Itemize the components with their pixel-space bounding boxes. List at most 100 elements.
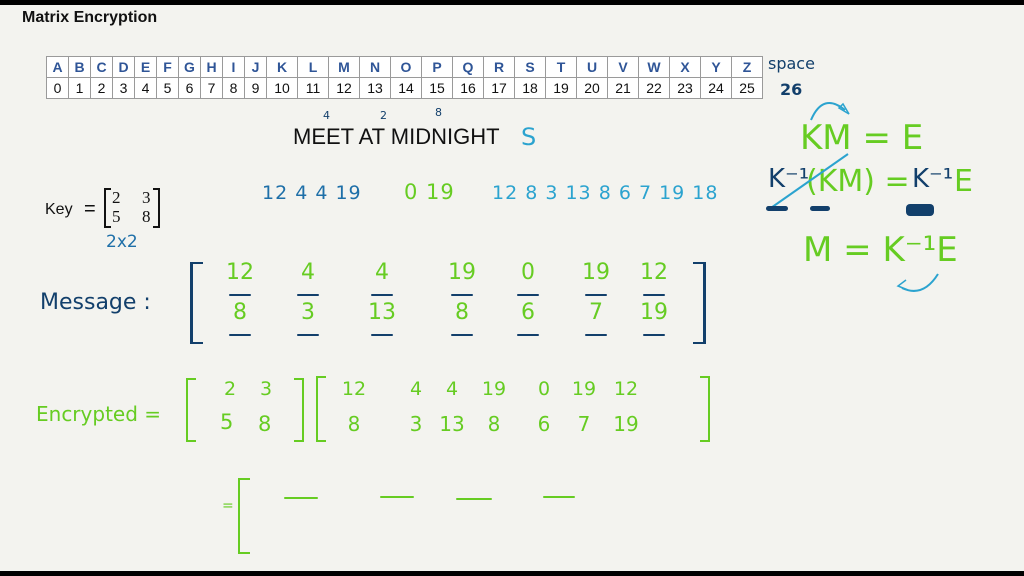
message-bottom-underline [585,334,607,336]
encrypted-top-cell: 0 [537,378,551,400]
equation-e-right: E [954,164,973,199]
letter-cell: F [156,56,179,78]
encrypted-bottom-cell: 3 [409,412,423,436]
message-bottom-underline [643,334,665,336]
key-left-bracket [104,188,111,228]
letter-cell: P [421,56,453,78]
key-label: Key [45,201,73,218]
key-a21: 5 [112,207,121,226]
enc-msg-right-bracket [700,376,710,442]
letter-cell: T [545,56,577,78]
number-cell: 18 [514,77,546,99]
number-cell: 12 [328,77,360,99]
letter-cell: S [514,56,546,78]
message-bottom-cell: 6 [521,300,535,325]
letter-cell: X [669,56,701,78]
enc-key-a22: 8 [258,412,272,436]
letter-cell: G [178,56,201,78]
message-label: Message : [40,290,151,315]
number-cell: 25 [731,77,763,99]
letter-cell: V [607,56,639,78]
number-cell: 14 [390,77,422,99]
letter-cell: Z [731,56,763,78]
message-top-cell: 19 [582,260,610,285]
message-bottom-underline [451,334,473,336]
curved-arrow-bottom-icon [896,273,939,292]
letter-cell: Q [452,56,484,78]
enc-msg-left-bracket [316,376,326,442]
message-top-underline [297,294,319,296]
number-cell: 8 [222,77,245,99]
message-top-cell: 4 [301,260,315,285]
number-cell: 21 [607,77,639,99]
result-blank-3 [456,498,492,500]
encrypted-bottom-cell: 13 [439,412,465,436]
underline-k [810,206,830,211]
encrypted-top-cell: 19 [481,378,507,400]
result-blank-1 [284,497,318,499]
encrypted-top-cell: 12 [613,378,639,400]
message-top-cell: 4 [375,260,389,285]
key-a12: 3 [142,188,151,207]
message-bottom-underline [229,334,251,336]
enc-key-a21: 5 [220,410,234,434]
message-top-underline [643,294,665,296]
encrypted-top-cell: 12 [341,378,367,400]
message-top-underline [585,294,607,296]
bottom-border [0,571,1024,576]
message-top-underline [451,294,473,296]
number-cell: 1 [68,77,91,99]
message-top-cell: 0 [521,260,535,285]
encrypted-top-cell: 4 [445,378,459,400]
message-top-cell: 19 [448,260,476,285]
annotation-e: 4 [323,109,330,122]
encrypted-message-matrix: 12 8 4 3 4 13 19 8 0 6 19 7 12 19 [316,376,710,442]
letter-cell: K [266,56,298,78]
message-bottom-cell: 3 [301,300,315,325]
letter-cell: D [112,56,135,78]
letter-cell: H [200,56,223,78]
message-bottom-underline [297,334,319,336]
number-cell: 11 [297,77,329,99]
message-left-bracket [190,262,203,344]
message-bottom-cell: 19 [640,300,668,325]
key-a11: 2 [112,188,121,207]
message-bottom-cell: 7 [589,300,603,325]
message-top-underline [517,294,539,296]
letter-cell: A [46,56,69,78]
message-top-underline [371,294,393,296]
enc-key-right-bracket [294,378,304,442]
number-cell: 19 [545,77,577,99]
message-top-cell: 12 [226,260,254,285]
equation-kinv-right: K⁻¹ [912,164,954,194]
encrypted-top-cell: 4 [409,378,423,400]
equation-m-kinv-e: M = K⁻¹E [803,230,958,270]
letter-cell: J [244,56,267,78]
letter-cell: W [638,56,670,78]
encrypted-label: Encrypted = [36,402,162,426]
top-border [0,0,1024,5]
underline-kinv-right [906,204,934,216]
sequence-group-3: 12 8 3 13 8 6 7 19 18 [492,182,719,204]
number-cell: 9 [244,77,267,99]
encrypted-bottom-cell: 8 [487,412,501,436]
letter-cell: M [328,56,360,78]
message-bottom-cell: 13 [368,300,396,325]
letter-cell: I [222,56,245,78]
encrypted-bottom-cell: 19 [613,412,639,436]
encrypted-bottom-cell: 7 [577,412,591,436]
result-blank-4 [543,496,575,498]
number-cell: 6 [178,77,201,99]
letter-cell: E [134,56,157,78]
number-cell: 20 [576,77,608,99]
letter-cell: C [90,56,113,78]
alphabet-table: ABCDEFGHIJKLMNOPQRSTUVWXYZ 0 1 2 3 4 5 6 7 8 9 10 1… [46,56,763,99]
encrypted-bottom-cell: 8 [347,412,361,436]
key-a22: 8 [142,207,151,226]
slide-title: Matrix Encryption [22,9,158,26]
message-top-cell: 12 [640,260,668,285]
number-cell: 16 [452,77,484,99]
number-cell: 3 [112,77,135,99]
encrypted-top-cell: 19 [571,378,597,400]
numbers-row: 0 1 2 3 4 5 6 7 8 9 10 11 12 13 14 15 16 17 18 19 20 21 22 23 24… [46,77,763,99]
